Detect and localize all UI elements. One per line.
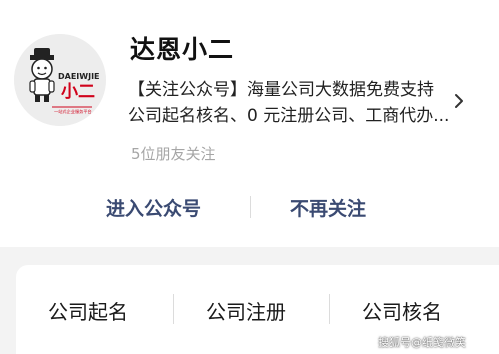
account-avatar[interactable]: DAEIWJIE 小二 一站式企业服务平台 <box>14 34 106 126</box>
account-name: 达恩小二 <box>130 35 235 64</box>
chevron-right-icon[interactable] <box>452 93 466 109</box>
menu-item-company-name-check[interactable]: 公司核名 <box>362 296 442 325</box>
enter-account-button[interactable]: 进入公众号 <box>106 194 201 221</box>
svg-text:小二: 小二 <box>61 82 95 102</box>
unfollow-button[interactable]: 不再关注 <box>290 194 366 221</box>
account-card: DAEIWJIE 小二 一站式企业服务平台 达恩小二 【关注公众号】海量公司大数… <box>0 0 499 247</box>
daen-logo: DAEIWJIE 小二 一站式企业服务平台 <box>14 34 106 126</box>
svg-text:一站式企业服务平台: 一站式企业服务平台 <box>54 108 92 115</box>
svg-text:DAEIWJIE: DAEIWJIE <box>58 72 100 81</box>
menu-divider <box>329 294 330 324</box>
source-watermark: 搜狐号@纸笺微笑 <box>378 336 466 349</box>
menu-item-company-registration[interactable]: 公司注册 <box>206 296 286 325</box>
menu-item-company-naming[interactable]: 公司起名 <box>48 296 128 325</box>
friends-following-count: 5位朋友关注 <box>131 145 216 163</box>
account-description[interactable]: 【关注公众号】海量公司大数据免费支持公司起名核名、0 元注册公司、工商代办... <box>128 77 450 129</box>
menu-divider <box>173 294 174 324</box>
action-divider <box>250 196 251 218</box>
